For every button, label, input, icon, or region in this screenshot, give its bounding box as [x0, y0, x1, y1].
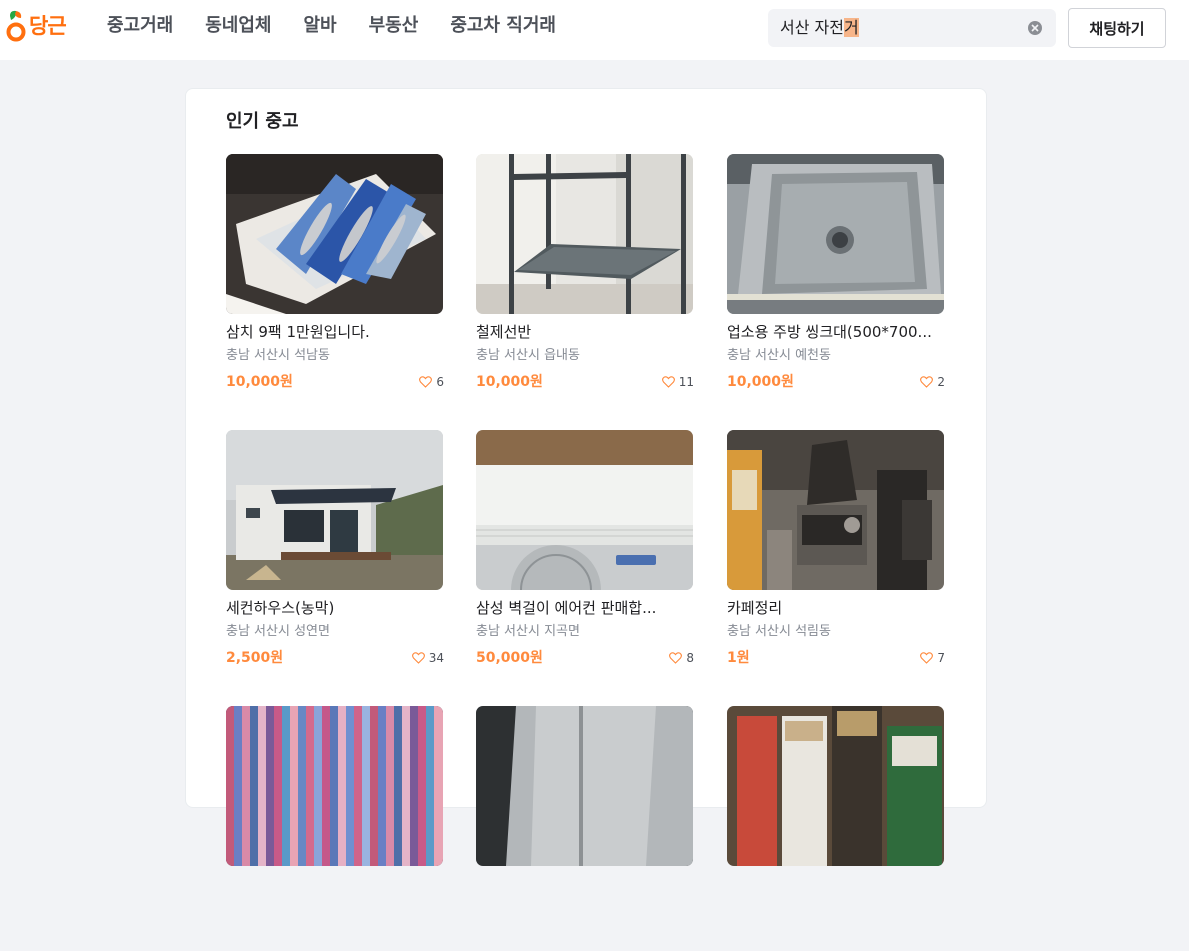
item-region: 충남 서산시 예천동 — [727, 348, 831, 363]
item-card[interactable]: 카페정리 충남 서산시 석림동 1원 7 — [727, 430, 945, 675]
nav-used-car-direct[interactable]: 중고차 직거래 — [450, 14, 556, 38]
item-image-fish — [226, 154, 443, 314]
heart-icon — [920, 652, 934, 664]
item-card[interactable]: 철제선반 충남 서산시 읍내동 10,000원 11 — [476, 154, 694, 399]
heart-icon — [920, 376, 934, 388]
item-card[interactable] — [476, 706, 694, 951]
item-card[interactable]: 삼성 벽걸이 에어컨 판매합... 충남 서산시 지곡면 50,000원 8 — [476, 430, 694, 675]
search-input[interactable]: 서산 자전거 — [768, 9, 1056, 47]
item-region: 충남 서산시 석남동 — [226, 348, 330, 363]
item-likes: 6 — [419, 374, 444, 390]
item-image-paint-cans — [727, 706, 944, 866]
item-card[interactable] — [226, 706, 444, 951]
main-nav: 중고거래 동네업체 알바 부동산 중고차 직거래 — [107, 14, 588, 38]
top-header: 당근 중고거래 동네업체 알바 부동산 중고차 직거래 서산 자전거 채팅하기 — [0, 0, 1189, 60]
search-composing-char: 거 — [843, 18, 859, 37]
heart-icon — [419, 376, 433, 388]
item-region: 충남 서산시 지곡면 — [476, 624, 580, 639]
item-image-metal-sheet — [476, 706, 693, 866]
item-price: 50,000원 — [476, 650, 543, 666]
popular-items-card: 인기 중고 삼치 9팩 1만원입니다. 충남 서산시 석남동 10,000원 6… — [185, 88, 987, 866]
item-like-count: 11 — [678, 375, 694, 389]
item-like-count: 7 — [937, 651, 945, 665]
nav-local-business[interactable]: 동네업체 — [205, 14, 271, 38]
item-card[interactable]: 업소용 주방 씽크대(500*700... 충남 서산시 예천동 10,000원… — [727, 154, 945, 399]
item-image-cafe — [727, 430, 944, 590]
item-title: 삼치 9팩 1만원입니다. — [226, 323, 370, 341]
clear-icon[interactable] — [1028, 21, 1042, 35]
item-card[interactable]: 세컨하우스(농막) 충남 서산시 성연면 2,500원 34 — [226, 430, 444, 675]
item-image-sink — [727, 154, 944, 314]
item-card[interactable]: 삼치 9팩 1만원입니다. 충남 서산시 석남동 10,000원 6 — [226, 154, 444, 399]
item-price: 2,500원 — [226, 650, 284, 666]
item-like-count: 8 — [686, 651, 694, 665]
item-title: 카페정리 — [727, 599, 783, 617]
search-query[interactable]: 서산 자전거 — [780, 18, 859, 38]
item-region: 충남 서산시 성연면 — [226, 624, 330, 639]
item-likes: 11 — [661, 374, 694, 390]
item-like-count: 2 — [937, 375, 945, 389]
chat-button[interactable]: 채팅하기 — [1068, 8, 1166, 48]
item-likes: 8 — [669, 650, 694, 666]
item-price: 10,000원 — [226, 374, 293, 390]
item-title: 삼성 벽걸이 에어컨 판매합... — [476, 599, 657, 617]
item-title: 업소용 주방 씽크대(500*700... — [727, 323, 932, 341]
item-image-house — [226, 430, 443, 590]
item-likes: 2 — [920, 374, 945, 390]
carrot-logo-icon — [6, 10, 26, 42]
item-like-count: 34 — [428, 651, 444, 665]
item-region: 충남 서산시 읍내동 — [476, 348, 580, 363]
heart-icon — [669, 652, 683, 664]
search-query-text: 서산 자전 — [780, 18, 844, 37]
item-like-count: 6 — [436, 375, 444, 389]
item-region: 충남 서산시 석림동 — [727, 624, 831, 639]
section-title: 인기 중고 — [226, 111, 299, 132]
item-title: 세컨하우스(농막) — [226, 599, 335, 617]
logo[interactable]: 당근 — [6, 8, 67, 42]
item-likes: 7 — [920, 650, 945, 666]
item-price: 10,000원 — [727, 374, 794, 390]
logo-text: 당근 — [29, 14, 67, 38]
item-title: 철제선반 — [476, 323, 532, 341]
nav-used-trade[interactable]: 중고거래 — [107, 14, 173, 38]
heart-icon — [411, 652, 425, 664]
nav-part-time-jobs[interactable]: 알바 — [304, 14, 337, 38]
item-image-shelf — [476, 154, 693, 314]
nav-real-estate[interactable]: 부동산 — [369, 14, 419, 38]
item-image-books — [226, 706, 443, 866]
item-card[interactable] — [727, 706, 945, 951]
item-price: 1원 — [727, 650, 750, 666]
heart-icon — [661, 376, 675, 388]
item-image-air-conditioner — [476, 430, 693, 590]
item-likes: 34 — [411, 650, 444, 666]
item-price: 10,000원 — [476, 374, 543, 390]
